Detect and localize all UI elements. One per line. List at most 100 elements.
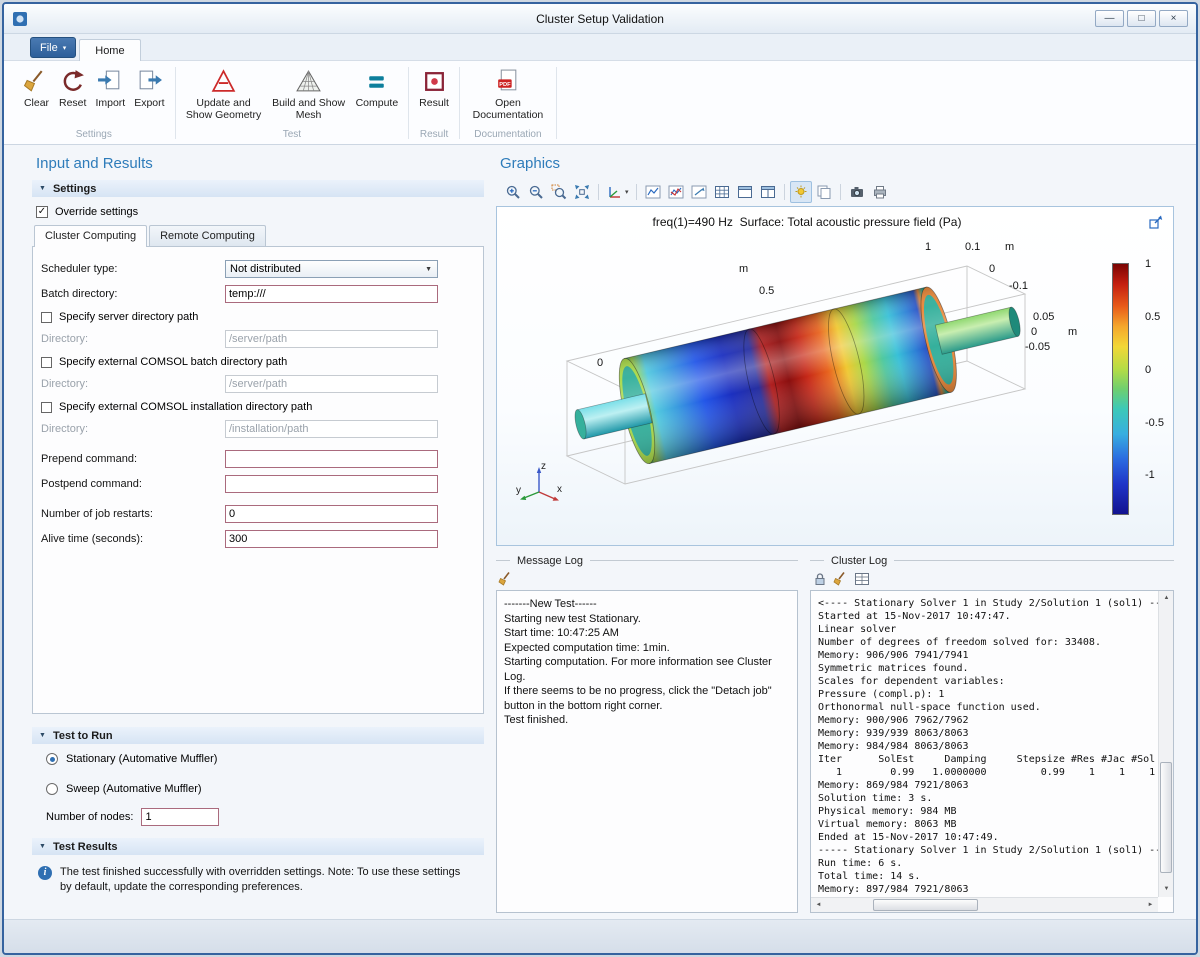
result-button[interactable]: Result — [417, 66, 451, 109]
settings-section-header[interactable]: ▼ Settings — [32, 180, 484, 197]
import-label: Import — [95, 97, 125, 109]
main-content: Input and Results ▼ Settings ✓ Override … — [4, 145, 1196, 919]
pop-out-icon[interactable] — [1148, 214, 1164, 230]
number-of-nodes-row: Number of nodes: — [46, 808, 484, 826]
ribbon-group-label-result: Result — [410, 129, 458, 144]
x-axis-tick: 0 — [597, 357, 603, 369]
minimize-button[interactable]: — — [1095, 10, 1124, 27]
zoom-in-icon[interactable] — [502, 181, 524, 203]
toolbar-separator — [840, 184, 841, 200]
file-menu-button[interactable]: File ▾ — [30, 37, 76, 58]
cluster-log-panel: Cluster Log — [810, 553, 1174, 913]
specify-installation-checkbox[interactable] — [41, 402, 52, 413]
tab-home[interactable]: Home — [79, 39, 140, 61]
toolbar-separator — [784, 184, 785, 200]
print-icon[interactable] — [869, 181, 891, 203]
export-button[interactable]: Export — [132, 66, 166, 109]
ribbon-group-result: Result Result — [410, 62, 458, 144]
ribbon-separator — [459, 67, 460, 139]
installation-directory-label: Directory: — [41, 423, 225, 435]
open-documentation-button[interactable]: PDF Open Documentation — [468, 66, 548, 121]
clear-button[interactable]: Clear — [21, 66, 52, 109]
specify-installation-row: Specify external COMSOL installation dir… — [41, 401, 473, 413]
vertical-scroll-thumb[interactable] — [1160, 762, 1172, 872]
reset-button[interactable]: Reset — [57, 66, 88, 109]
settings-tabs: Cluster Computing Remote Computing — [32, 225, 484, 246]
ribbon-group-documentation: PDF Open Documentation Documentation — [461, 62, 555, 144]
postpend-command-label: Postpend command: — [41, 478, 225, 490]
number-of-nodes-input[interactable] — [141, 808, 219, 826]
zoom-box-icon[interactable] — [548, 181, 570, 203]
scroll-down-arrow[interactable]: ▼ — [1159, 882, 1174, 897]
external-batch-directory-input[interactable] — [225, 375, 438, 393]
specify-server-directory-checkbox[interactable] — [41, 312, 52, 323]
collapse-triangle-icon: ▼ — [39, 843, 46, 850]
override-settings-checkbox[interactable]: ✓ — [36, 206, 48, 218]
installation-directory-input[interactable] — [225, 420, 438, 438]
installation-directory-row: Directory: — [41, 420, 473, 438]
scroll-right-arrow[interactable]: ► — [1143, 898, 1158, 913]
specify-installation-label: Specify external COMSOL installation dir… — [59, 401, 312, 413]
build-show-mesh-button[interactable]: Build and Show Mesh — [269, 66, 349, 121]
graphics-panel: Graphics ▾ — [496, 147, 1174, 919]
tile-windows-icon[interactable] — [757, 181, 779, 203]
horizontal-scrollbar[interactable]: ◄ ► — [811, 897, 1158, 912]
batch-directory-input[interactable] — [225, 285, 438, 303]
zoom-extents-1d-icon[interactable] — [688, 181, 710, 203]
show-grid-icon[interactable] — [711, 181, 733, 203]
scene-light-icon[interactable] — [790, 181, 812, 203]
chevron-down-icon[interactable]: ▾ — [625, 188, 629, 196]
cluster-log-content[interactable]: <---- Stationary Solver 1 in Study 2/Sol… — [810, 590, 1174, 913]
radio-stationary[interactable] — [46, 753, 58, 765]
log-table-icon[interactable] — [854, 571, 870, 587]
copy-image-icon[interactable] — [813, 181, 835, 203]
radio-sweep[interactable] — [46, 783, 58, 795]
test-to-run-section-header[interactable]: ▼ Test to Run — [32, 727, 484, 744]
plot-area[interactable]: freq(1)=490 Hz Surface: Total acoustic p… — [496, 206, 1174, 546]
postpend-command-input[interactable] — [225, 475, 438, 493]
zoom-extents-icon[interactable] — [571, 181, 593, 203]
toolbar-separator — [598, 184, 599, 200]
compute-button[interactable]: Compute — [354, 66, 401, 109]
cluster-computing-panel: Scheduler type: Not distributed ▼ Batch … — [32, 246, 484, 714]
geometry-icon — [210, 68, 237, 95]
tab-cluster-computing[interactable]: Cluster Computing — [34, 225, 147, 247]
scroll-left-arrow[interactable]: ◄ — [811, 898, 826, 913]
test-results-section-header[interactable]: ▼ Test Results — [32, 838, 484, 855]
prepend-command-input[interactable] — [225, 450, 438, 468]
triad-x-label: x — [557, 484, 562, 495]
maximize-button[interactable]: □ — [1127, 10, 1156, 27]
pdf-icon: PDF — [494, 68, 521, 95]
vertical-scrollbar[interactable]: ▲ ▼ — [1158, 591, 1173, 897]
import-button[interactable]: Import — [93, 66, 127, 109]
specify-external-batch-checkbox[interactable] — [41, 357, 52, 368]
scroll-lock-icon[interactable] — [812, 571, 828, 587]
titlebar[interactable]: Cluster Setup Validation — □ × — [4, 4, 1196, 34]
scroll-up-arrow[interactable]: ▲ — [1159, 591, 1174, 606]
z-axis-tick: 0.05 — [1033, 311, 1054, 323]
camera-icon[interactable] — [846, 181, 868, 203]
tab-remote-computing[interactable]: Remote Computing — [149, 225, 266, 246]
alive-time-input[interactable] — [225, 530, 438, 548]
scheduler-type-select[interactable]: Not distributed ▼ — [225, 260, 438, 278]
server-directory-input[interactable] — [225, 330, 438, 348]
ribbon-separator — [556, 67, 557, 139]
logs-area: Message Log -------New Test------Startin… — [496, 553, 1174, 919]
ribbon-group-label-test: Test — [177, 129, 408, 144]
y-axis-unit: m — [1005, 241, 1014, 253]
line-plot-group-icon[interactable] — [665, 181, 687, 203]
go-to-default-view-icon[interactable] — [604, 181, 626, 203]
message-log-content[interactable]: -------New Test------Starting new test S… — [496, 590, 798, 913]
close-button[interactable]: × — [1159, 10, 1188, 27]
clear-log-icon[interactable] — [833, 571, 849, 587]
line-plot-icon[interactable] — [642, 181, 664, 203]
clear-log-icon[interactable] — [498, 571, 514, 587]
job-restarts-input[interactable] — [225, 505, 438, 523]
ribbon-group-settings: Clear Reset Import — [14, 62, 174, 144]
zoom-out-icon[interactable] — [525, 181, 547, 203]
ribbon-group-test: Update and Show Geometry Build and Show … — [177, 62, 408, 144]
add-window-icon[interactable] — [734, 181, 756, 203]
update-show-geometry-button[interactable]: Update and Show Geometry — [184, 66, 264, 121]
horizontal-scroll-thumb[interactable] — [873, 899, 977, 911]
triad-y-label: y — [516, 485, 521, 496]
